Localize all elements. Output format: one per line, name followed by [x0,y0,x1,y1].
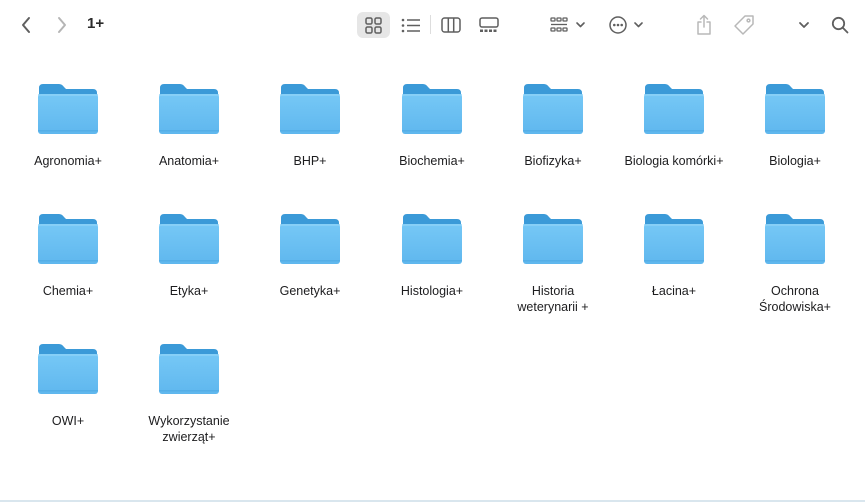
folder-item[interactable]: Histologia+ [372,212,492,299]
folder-item[interactable]: Historia weterynarii + [493,212,613,315]
folder-icon [37,342,99,401]
folder-label: Biologia komórki+ [624,154,724,168]
folder-item[interactable]: Anatomia+ [129,82,249,169]
folder-label: Agronomia+ [34,154,102,168]
folder-label: BHP+ [293,154,327,168]
folder-label: Anatomia+ [158,154,220,168]
folder-grid: Agronomia+ Anatomia+ BHP+ Biochemia+ Bio… [0,0,865,502]
folder-label: Etyka+ [169,284,209,298]
folder-item[interactable]: Agronomia+ [8,82,128,169]
folder-item[interactable]: Genetyka+ [250,212,370,299]
folder-icon [643,82,705,141]
folder-icon [522,82,584,141]
finder-window: 1+ Agronomia+ Anatomia+ BHP+ Biochemia+ … [0,0,865,502]
folder-item[interactable]: Biofizyka+ [493,82,613,169]
folder-icon [401,82,463,141]
folder-label: Łacina+ [651,284,697,298]
folder-item[interactable]: Wykorzystanie zwierząt+ [129,342,249,445]
folder-icon [643,212,705,271]
folder-icon [279,82,341,141]
folder-icon [37,82,99,141]
folder-label: OWI+ [51,414,85,428]
folder-icon [401,212,463,271]
folder-icon [522,212,584,271]
folder-item[interactable]: Etyka+ [129,212,249,299]
folder-icon [37,212,99,271]
folder-item[interactable]: Biochemia+ [372,82,492,169]
folder-item[interactable]: Ochrona Środowiska+ [735,212,855,315]
folder-label: Historia weterynarii + [517,284,589,314]
folder-label: Genetyka+ [279,284,341,298]
folder-icon [158,82,220,141]
folder-item[interactable]: BHP+ [250,82,370,169]
folder-item[interactable]: OWI+ [8,342,128,429]
folder-label: Ochrona Środowiska+ [759,284,831,314]
folder-icon [158,212,220,271]
folder-label: Biochemia+ [399,154,465,168]
folder-item[interactable]: Biologia komórki+ [614,82,734,169]
folder-item[interactable]: Łacina+ [614,212,734,299]
folder-item[interactable]: Biologia+ [735,82,855,169]
folder-label: Chemia+ [42,284,94,298]
folder-icon [764,212,826,271]
folder-label: Wykorzystanie zwierząt+ [148,414,230,444]
folder-label: Biologia+ [769,154,821,168]
folder-icon [764,82,826,141]
folder-icon [158,342,220,401]
folder-label: Histologia+ [400,284,464,298]
folder-label: Biofizyka+ [524,154,582,168]
folder-item[interactable]: Chemia+ [8,212,128,299]
folder-icon [279,212,341,271]
